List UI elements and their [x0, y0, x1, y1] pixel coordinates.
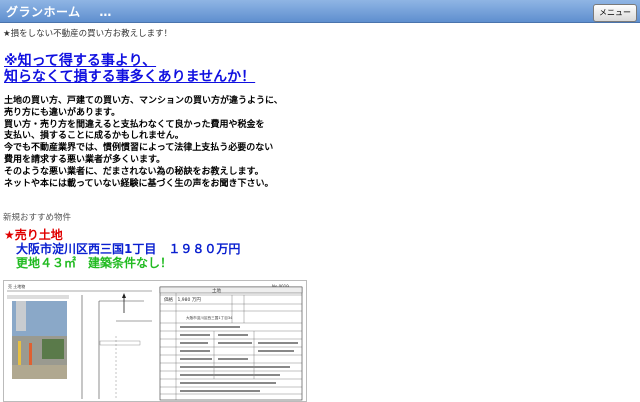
flyer-table-text-marks	[180, 326, 298, 392]
header-title: グランホーム …	[6, 3, 112, 20]
app-title: グランホーム	[6, 5, 81, 19]
intro-line: そのような悪い業者に、だまされない為の秘訣をお教えします。	[4, 166, 264, 177]
intro-line: 土地の買い方、戸建ての買い方、マンションの買い方が違うように、	[4, 96, 283, 106]
tagline: ★損をしない不動産の買い方お教えします！	[3, 29, 173, 39]
headline-line-1: ※知って得する事より、	[4, 53, 157, 69]
flyer-left-label: 売 土地物	[8, 283, 25, 289]
property-flyer-image[interactable]: 売 土地物 No.0019 土地 価格 1,980 万円 大阪市淀川区西三国1丁…	[3, 280, 307, 402]
property-size: 更地４３㎡ 建築条件なし！	[16, 256, 173, 270]
intro-text: 土地の買い方、戸建ての買い方、マンションの買い方が違うように、 売り方にも違いが…	[4, 96, 283, 190]
intro-line: 今でも不動産業界では、慣例慣習によって法律上支払う必要のない	[4, 143, 274, 154]
intro-line: 買い方・売り方を間違えると支払わなくて良かった費用や税金を	[4, 119, 265, 130]
intro-line: 支払い、損することに成るかもしれません。	[4, 131, 184, 142]
intro-line: 売り方にも違いがあります。	[4, 107, 121, 118]
intro-line: 費用を請求する悪い業者が多くいます。	[4, 154, 166, 165]
headline-link[interactable]: ※知って得する事より、 知らなくて損する事多くありませんか！	[4, 53, 255, 85]
flyer-table-header: 土地	[212, 287, 221, 294]
menu-button[interactable]: メニュー	[593, 4, 637, 22]
photo-caption-bar	[7, 295, 69, 299]
intro-line: ネットや本には載っていない経験に基づく生の声をお聞き下さい。	[4, 178, 274, 189]
headline-line-2: 知らなくて損する事多くありませんか！	[4, 69, 256, 85]
flyer-drawing: 売 土地物 No.0019 土地 価格 1,980 万円 大阪市淀川区西三国1丁…	[7, 283, 303, 401]
flyer-price: 価格 1,980 万円	[164, 296, 201, 303]
flyer-address: 大阪市淀川区西三国1丁目34	[186, 315, 233, 320]
section-label-new-listings: 新規おすすめ物件	[3, 213, 72, 223]
app-header: グランホーム … メニュー	[0, 0, 640, 23]
title-ellipsis: …	[99, 5, 112, 19]
